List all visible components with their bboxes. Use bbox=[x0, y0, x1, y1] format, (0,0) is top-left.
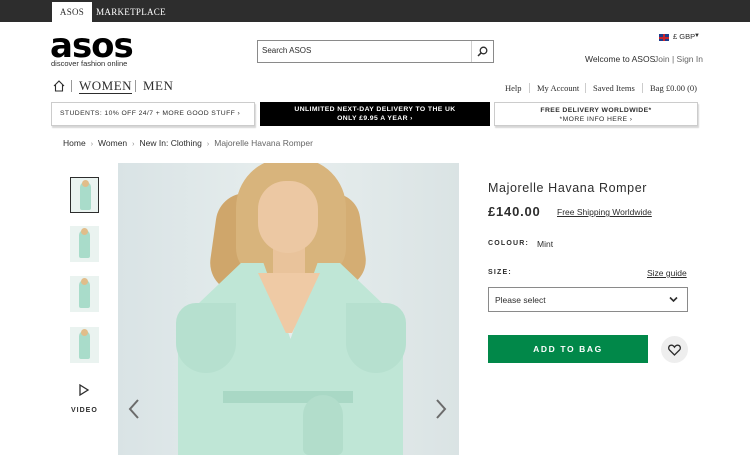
util-divider bbox=[585, 83, 586, 93]
search-icon bbox=[477, 46, 488, 57]
save-for-later-button[interactable] bbox=[661, 336, 688, 363]
breadcrumb-home[interactable]: Home bbox=[63, 138, 86, 148]
home-icon[interactable] bbox=[53, 80, 65, 92]
size-select-value: Please select bbox=[495, 295, 546, 305]
thumbnail-3[interactable] bbox=[70, 276, 99, 312]
chevron-down-icon bbox=[669, 296, 678, 303]
tab-asos[interactable]: ASOS bbox=[52, 2, 92, 22]
thumbnail-2[interactable] bbox=[70, 226, 99, 262]
logo-tagline: discover fashion online bbox=[51, 59, 128, 68]
product-price: £140.00 bbox=[488, 204, 541, 219]
nav-divider bbox=[71, 80, 72, 92]
model-face bbox=[258, 181, 318, 253]
saved-items-link[interactable]: Saved Items bbox=[593, 83, 635, 93]
free-delivery-line2: *MORE INFO HERE › bbox=[559, 116, 633, 123]
currency-selector[interactable]: £ GBP bbox=[673, 32, 695, 41]
product-main-image[interactable] bbox=[118, 163, 459, 455]
search-button[interactable] bbox=[471, 41, 493, 62]
breadcrumb-new-in[interactable]: New In: Clothing bbox=[140, 138, 202, 148]
asos-logo[interactable]: asos discover fashion online bbox=[50, 26, 140, 72]
chevron-right-icon[interactable] bbox=[434, 398, 448, 420]
free-delivery-banner[interactable]: FREE DELIVERY WORLDWIDE* *MORE INFO HERE… bbox=[494, 102, 698, 126]
thumbnail-head bbox=[82, 180, 89, 187]
play-icon[interactable] bbox=[78, 384, 90, 396]
nav-women[interactable]: WOMEN bbox=[79, 78, 133, 94]
romper-tie bbox=[303, 395, 343, 455]
thumbnail-head bbox=[81, 278, 88, 285]
nav-divider bbox=[135, 80, 136, 92]
breadcrumb: Home › Women › New In: Clothing › Majorelle Ha… bbox=[63, 138, 313, 148]
chevron-left-icon[interactable] bbox=[127, 398, 141, 420]
romper-sleeve bbox=[346, 303, 406, 373]
bag-link[interactable]: Bag £0.00 (0) bbox=[650, 83, 697, 93]
delivery-promo-line2: ONLY £9.95 A YEAR › bbox=[337, 115, 413, 122]
help-link[interactable]: Help bbox=[505, 83, 522, 93]
util-divider bbox=[529, 83, 530, 93]
video-label[interactable]: VIDEO bbox=[71, 407, 98, 414]
thumbnail-head bbox=[81, 329, 88, 336]
free-shipping-link[interactable]: Free Shipping Worldwide bbox=[557, 207, 652, 217]
breadcrumb-separator: › bbox=[90, 141, 94, 148]
util-divider bbox=[642, 83, 643, 93]
delivery-promo-line1: UNLIMITED NEXT-DAY DELIVERY TO THE UK bbox=[294, 106, 456, 113]
welcome-text: Welcome to ASOS bbox=[585, 54, 656, 64]
uk-flag-icon[interactable] bbox=[659, 34, 669, 41]
caret-down-icon[interactable]: ▼ bbox=[694, 33, 700, 39]
breadcrumb-separator: › bbox=[132, 141, 135, 148]
thumbnail-1[interactable] bbox=[70, 177, 99, 213]
free-delivery-line1: FREE DELIVERY WORLDWIDE* bbox=[540, 107, 652, 114]
my-account-link[interactable]: My Account bbox=[537, 83, 579, 93]
nav-men[interactable]: MEN bbox=[143, 78, 173, 93]
breadcrumb-separator: › bbox=[206, 141, 210, 148]
breadcrumb-women[interactable]: Women bbox=[98, 138, 127, 148]
romper-sleeve bbox=[176, 303, 236, 373]
heart-icon bbox=[668, 344, 681, 356]
students-promo-banner[interactable]: STUDENTS: 10% OFF 24/7 + MORE GOOD STUFF… bbox=[51, 102, 255, 126]
size-select[interactable]: Please select bbox=[488, 287, 688, 312]
breadcrumb-current: Majorelle Havana Romper bbox=[214, 138, 313, 148]
colour-value: Mint bbox=[537, 239, 554, 249]
search-input[interactable]: Search ASOS bbox=[257, 40, 494, 63]
search-placeholder: Search ASOS bbox=[262, 46, 312, 55]
tab-marketplace[interactable]: MARKETPLACE bbox=[92, 2, 170, 22]
add-to-bag-button[interactable]: ADD TO BAG bbox=[488, 335, 648, 363]
thumbnail-head bbox=[81, 228, 88, 235]
delivery-promo-banner[interactable]: UNLIMITED NEXT-DAY DELIVERY TO THE UK ON… bbox=[260, 102, 490, 126]
size-guide-link[interactable]: Size guide bbox=[647, 268, 687, 278]
product-title: Majorelle Havana Romper bbox=[488, 181, 648, 195]
size-label: SIZE: bbox=[488, 269, 512, 276]
thumbnail-4[interactable] bbox=[70, 327, 99, 363]
join-signin-link[interactable]: Join | Sign In bbox=[654, 54, 703, 64]
top-bar: ASOS MARKETPLACE bbox=[0, 0, 750, 22]
colour-label: COLOUR: bbox=[488, 240, 530, 247]
